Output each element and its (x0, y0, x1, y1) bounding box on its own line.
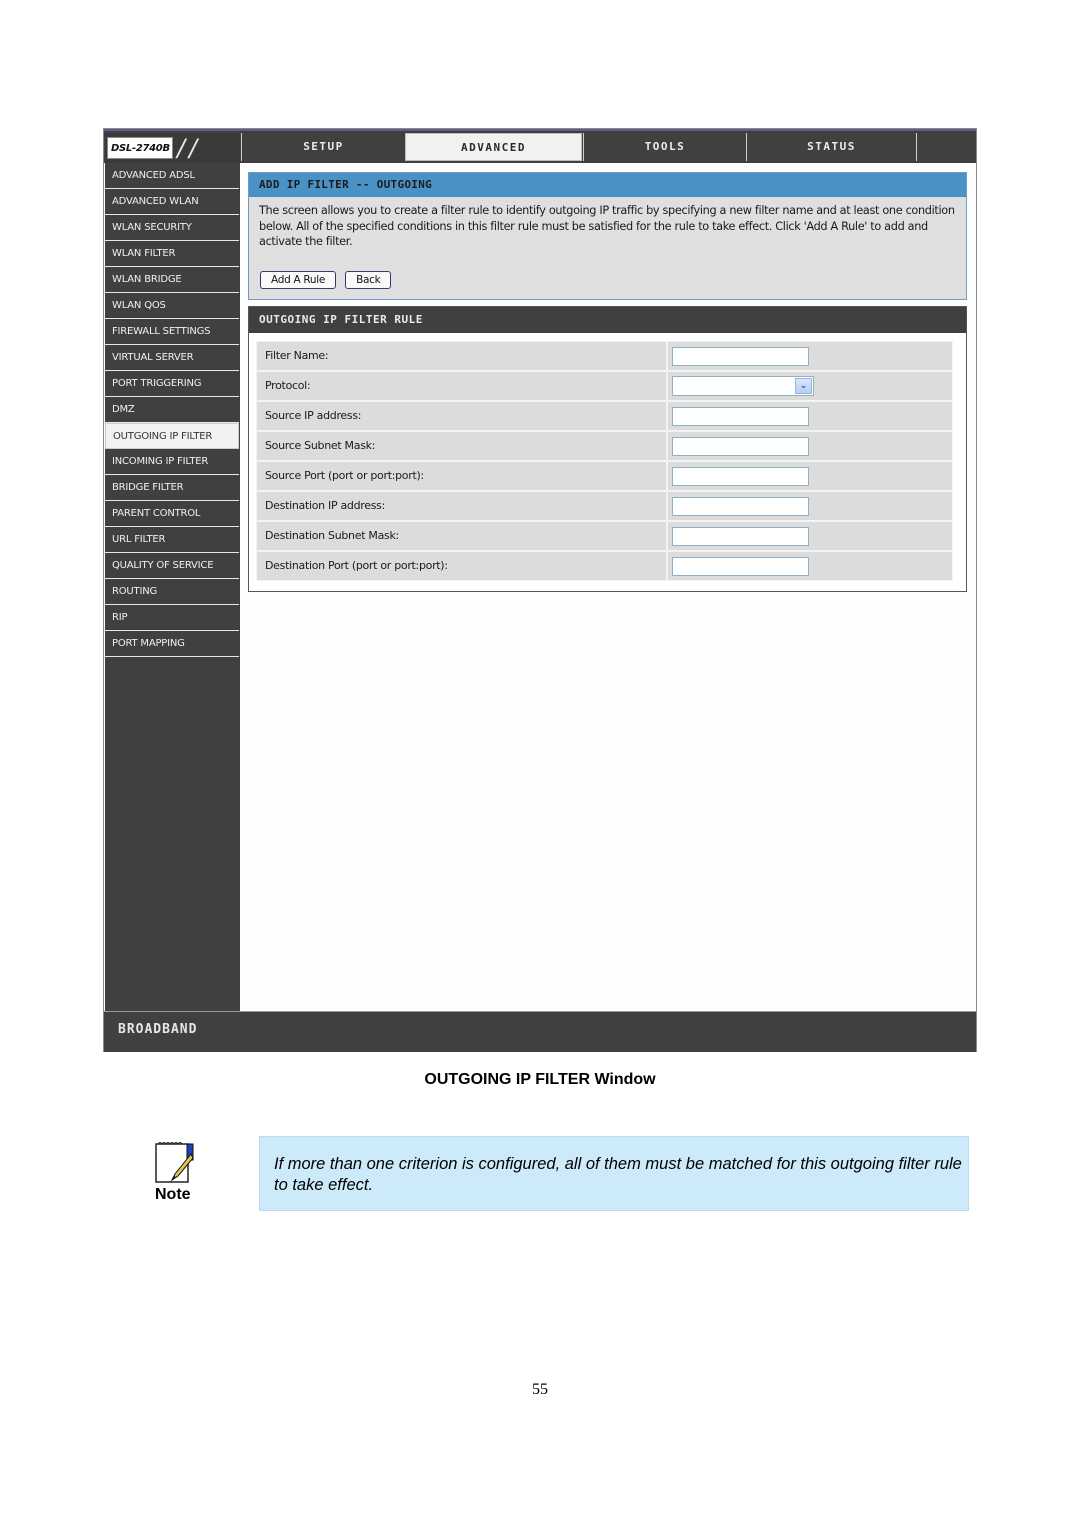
back-button[interactable]: Back (345, 271, 392, 289)
field-cell (667, 401, 953, 431)
destination-ip-label: Destination IP address: (256, 491, 667, 521)
model-logo-text: DSL-2740B (107, 137, 173, 159)
rule-panel-title: OUTGOING IP FILTER RULE (249, 307, 966, 333)
destination-port-input[interactable] (672, 557, 809, 576)
main-content: ADD IP FILTER -- OUTGOING The screen all… (241, 163, 976, 1011)
form-row: Source IP address: (256, 401, 953, 431)
sidebar-item-advanced-adsl[interactable]: ADVANCED ADSL (105, 163, 239, 189)
form-row: Source Port (port or port:port): (256, 461, 953, 491)
sidebar-item-port-mapping[interactable]: PORT MAPPING (105, 631, 239, 657)
button-row: Add A Rule Back (260, 268, 395, 289)
sidebar-item-wlan-filter[interactable]: WLAN FILTER (105, 241, 239, 267)
field-cell (667, 431, 953, 461)
filter-name-label: Filter Name: (256, 341, 667, 371)
figure-caption: OUTGOING IP FILTER Window (424, 1071, 656, 1088)
sidebar-item-parent-control[interactable]: PARENT CONTROL (105, 501, 239, 527)
footer-bar: BROADBAND (104, 1011, 976, 1052)
outgoing-ip-filter-rule-panel: OUTGOING IP FILTER RULE Filter Name: Pro… (248, 306, 967, 592)
note-label: Note (155, 1186, 191, 1203)
logo-slash-decoration: / (189, 134, 198, 162)
panel-description: The screen allows you to create a filter… (259, 204, 955, 248)
sidebar-item-virtual-server[interactable]: VIRTUAL SERVER (105, 345, 239, 371)
add-rule-button[interactable]: Add A Rule (260, 271, 337, 289)
note-text: If more than one criterion is configured… (274, 1155, 962, 1194)
add-ip-filter-panel: ADD IP FILTER -- OUTGOING The screen all… (248, 172, 967, 300)
sidebar-item-dmz[interactable]: DMZ (105, 397, 239, 423)
sidebar-item-port-triggering[interactable]: PORT TRIGGERING (105, 371, 239, 397)
rule-form: Filter Name: Protocol: ⌄ Source IP addre… (256, 341, 953, 581)
form-row: Destination Subnet Mask: (256, 521, 953, 551)
destination-port-label: Destination Port (port or port:port): (256, 551, 667, 581)
sidebar-item-url-filter[interactable]: URL FILTER (105, 527, 239, 553)
source-ip-label: Source IP address: (256, 401, 667, 431)
destination-ip-input[interactable] (672, 497, 809, 516)
destination-subnet-mask-label: Destination Subnet Mask: (256, 521, 667, 551)
sidebar-item-wlan-qos[interactable]: WLAN QOS (105, 293, 239, 319)
field-cell (667, 341, 953, 371)
tab-setup[interactable]: SETUP (241, 133, 405, 161)
filter-name-input[interactable] (672, 347, 809, 366)
tab-status[interactable]: STATUS (746, 133, 916, 161)
source-port-label: Source Port (port or port:port): (256, 461, 667, 491)
footer-brand: BROADBAND (118, 1022, 198, 1037)
model-logo: DSL-2740B / / (105, 133, 240, 163)
sidebar-item-quality-of-service[interactable]: QUALITY OF SERVICE (105, 553, 239, 579)
sidebar-item-firewall-settings[interactable]: FIREWALL SETTINGS (105, 319, 239, 345)
panel-title: ADD IP FILTER -- OUTGOING (249, 173, 966, 197)
destination-subnet-mask-input[interactable] (672, 527, 809, 546)
field-cell (667, 491, 953, 521)
sidebar-item-outgoing-ip-filter[interactable]: OUTGOING IP FILTER (105, 423, 239, 449)
protocol-label: Protocol: (256, 371, 667, 401)
sidebar-item-wlan-bridge[interactable]: WLAN BRIDGE (105, 267, 239, 293)
sidebar: ADVANCED ADSL ADVANCED WLAN WLAN SECURIT… (105, 163, 240, 1011)
form-row: Filter Name: (256, 341, 953, 371)
protocol-select[interactable]: ⌄ (672, 376, 814, 396)
sidebar-item-advanced-wlan[interactable]: ADVANCED WLAN (105, 189, 239, 215)
form-row: Destination Port (port or port:port): (256, 551, 953, 581)
field-cell (667, 551, 953, 581)
form-row: Source Subnet Mask: (256, 431, 953, 461)
field-cell (667, 461, 953, 491)
logo-slash-decoration: / (177, 134, 186, 162)
tab-tools[interactable]: TOOLS (583, 133, 746, 161)
router-ui-screenshot: DSL-2740B / / SETUP ADVANCED TOOLS STATU… (103, 128, 977, 1052)
tab-advanced[interactable]: ADVANCED (405, 133, 582, 161)
sidebar-item-bridge-filter[interactable]: BRIDGE FILTER (105, 475, 239, 501)
page-number: 55 (532, 1381, 548, 1398)
notepad-pen-icon (155, 1142, 194, 1183)
form-row: Protocol: ⌄ (256, 371, 953, 401)
sidebar-item-rip[interactable]: RIP (105, 605, 239, 631)
note-callout: If more than one criterion is configured… (259, 1136, 969, 1211)
source-port-input[interactable] (672, 467, 809, 486)
sidebar-item-routing[interactable]: ROUTING (105, 579, 239, 605)
source-subnet-mask-input[interactable] (672, 437, 809, 456)
chevron-down-icon[interactable]: ⌄ (795, 378, 812, 394)
form-row: Destination IP address: (256, 491, 953, 521)
sidebar-item-incoming-ip-filter[interactable]: INCOMING IP FILTER (105, 449, 239, 475)
source-ip-input[interactable] (672, 407, 809, 426)
field-cell: ⌄ (667, 371, 953, 401)
source-subnet-mask-label: Source Subnet Mask: (256, 431, 667, 461)
field-cell (667, 521, 953, 551)
sidebar-item-wlan-security[interactable]: WLAN SECURITY (105, 215, 239, 241)
tab-empty (916, 133, 976, 161)
top-navigation-bar: DSL-2740B / / SETUP ADVANCED TOOLS STATU… (104, 129, 976, 163)
